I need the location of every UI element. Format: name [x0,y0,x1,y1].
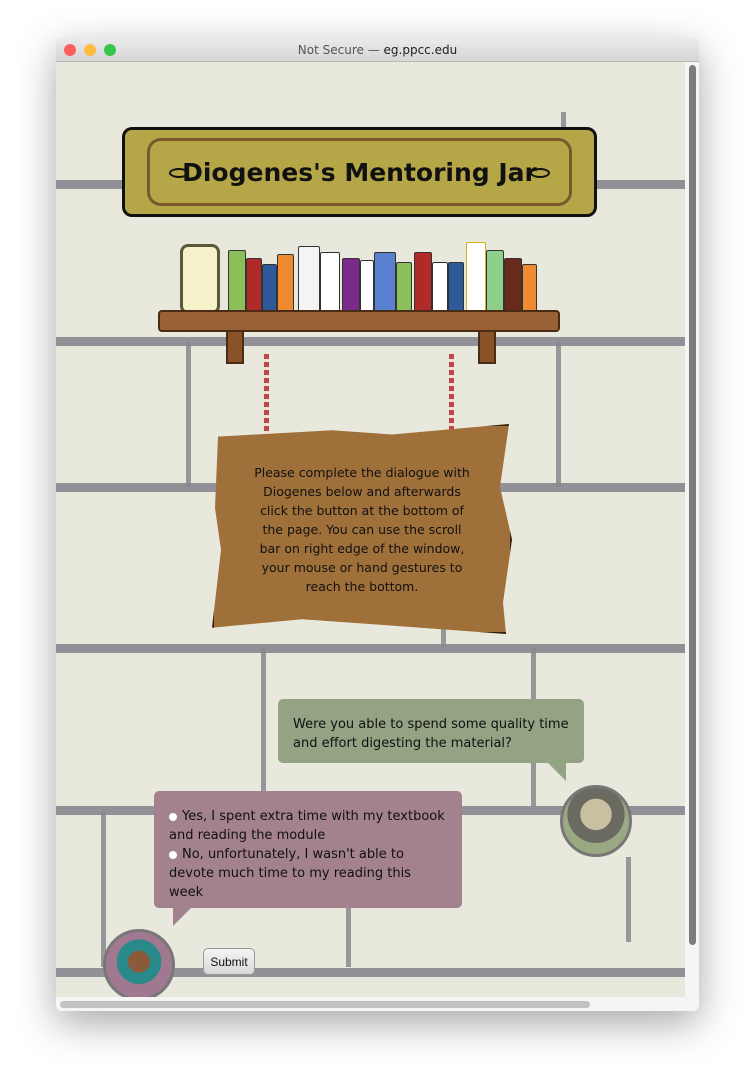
title-bar: Not Secure — eg.ppcc.edu [56,38,699,62]
horizontal-scroll-thumb[interactable] [60,1001,590,1008]
vertical-scroll-thumb[interactable] [689,65,696,945]
zoom-button[interactable] [104,44,116,56]
instructions-sign: Please complete the dialogue with Diogen… [212,424,512,634]
page-content: Diogenes's Mentoring Jar Please complete… [56,62,685,997]
student-avatar [103,929,175,997]
domain-label: eg.ppcc.edu [383,43,458,57]
instructions-text: Please complete the dialogue with Diogen… [254,464,470,594]
option-no-label: No, unfortunately, I wasn't able to devo… [169,847,411,900]
title-sign: Diogenes's Mentoring Jar [122,127,597,217]
submit-button[interactable]: Submit [203,948,255,975]
radio-yes[interactable] [169,812,177,821]
option-yes[interactable]: Yes, I spent extra time with my textbook… [169,807,447,845]
vertical-scrollbar[interactable] [685,62,699,997]
diogenes-avatar [560,785,632,857]
minimize-button[interactable] [84,44,96,56]
radio-no[interactable] [169,850,177,859]
question-text: Were you able to spend some quality time… [293,717,569,751]
page-title: Diogenes's Mentoring Jar [182,157,537,187]
horizontal-scrollbar[interactable] [56,997,699,1011]
ornament-icon [530,168,550,178]
not-secure-label: Not Secure — [297,43,384,57]
close-button[interactable] [64,44,76,56]
option-no[interactable]: No, unfortunately, I wasn't able to devo… [169,845,447,902]
lantern-icon [180,244,220,314]
option-yes-label: Yes, I spent extra time with my textbook… [169,809,445,843]
student-response-bubble: Yes, I spent extra time with my textbook… [154,791,462,908]
mentor-speech-bubble: Were you able to spend some quality time… [278,699,584,763]
browser-window: Not Secure — eg.ppcc.edu Diogenes's Ment… [56,38,699,1011]
